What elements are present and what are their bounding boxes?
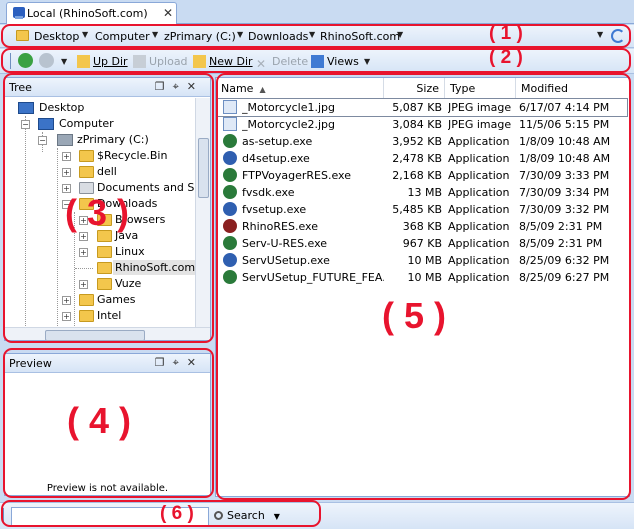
annotation-label-2: ( 2 )	[489, 47, 523, 68]
annotation-box-5	[216, 73, 631, 500]
computer-icon	[13, 7, 25, 19]
tab-local[interactable]: Local (RhinoSoft.com) ✕	[6, 2, 177, 24]
annotation-label-3: ( 3 )	[65, 192, 130, 233]
annotation-label-4: ( 4 )	[67, 400, 132, 441]
tab-strip: Local (RhinoSoft.com) ✕	[0, 0, 634, 24]
tab-label: Local (RhinoSoft.com)	[27, 7, 148, 20]
annotation-box-1	[1, 24, 631, 48]
annotation-label-1: ( 1 )	[489, 23, 523, 44]
annotation-label-6: ( 6 )	[160, 503, 194, 524]
annotation-box-2	[1, 48, 631, 73]
annotation-label-5: ( 5 )	[382, 295, 447, 336]
close-icon[interactable]: ✕	[163, 6, 173, 20]
